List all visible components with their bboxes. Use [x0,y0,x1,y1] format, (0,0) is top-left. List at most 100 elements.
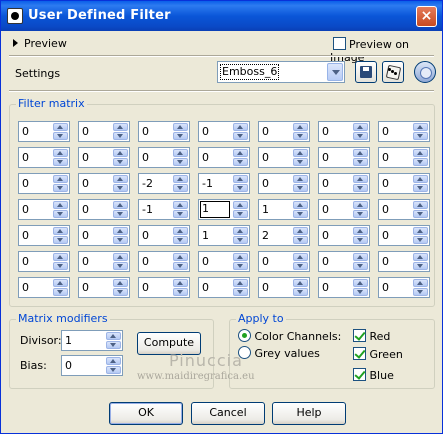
matrix-cell[interactable]: 0 [18,173,70,194]
matrix-cell[interactable]: 0 [378,225,430,246]
spin-down-icon[interactable] [173,288,188,296]
matrix-cell-stepper[interactable] [233,175,248,192]
matrix-cell[interactable]: 0 [78,173,130,194]
matrix-cell-stepper[interactable] [113,149,128,166]
spin-down-icon[interactable] [233,158,248,166]
matrix-cell[interactable]: 0 [318,173,370,194]
matrix-cell[interactable]: -1 [198,173,250,194]
matrix-cell-stepper[interactable] [53,227,68,244]
spin-up-icon[interactable] [173,227,188,235]
spin-down-icon[interactable] [173,132,188,140]
spin-up-icon[interactable] [106,357,121,365]
spin-up-icon[interactable] [113,149,128,157]
preview-on-image-checkbox[interactable]: Preview on Image [330,37,442,64]
cancel-button[interactable]: Cancel [191,402,265,425]
matrix-cell[interactable]: 0 [78,199,130,220]
spin-up-icon[interactable] [353,227,368,235]
matrix-cell-stepper[interactable] [293,175,308,192]
spin-down-icon[interactable] [53,158,68,166]
spin-down-icon[interactable] [353,288,368,296]
spin-down-icon[interactable] [53,262,68,270]
spin-up-icon[interactable] [113,175,128,183]
matrix-cell-stepper[interactable] [413,227,428,244]
spin-up-icon[interactable] [173,279,188,287]
spin-down-icon[interactable] [233,236,248,244]
spin-down-icon[interactable] [293,210,308,218]
spin-up-icon[interactable] [106,332,121,340]
matrix-cell[interactable]: 0 [378,173,430,194]
spin-down-icon[interactable] [413,262,428,270]
matrix-cell[interactable]: 0 [18,121,70,142]
spin-down-icon[interactable] [113,158,128,166]
title-bar[interactable]: User Defined Filter × [1,1,442,31]
matrix-cell-stepper[interactable] [353,201,368,218]
spin-up-icon[interactable] [353,279,368,287]
spin-down-icon[interactable] [53,210,68,218]
matrix-cell[interactable]: 0 [78,277,130,298]
matrix-cell-stepper[interactable] [113,227,128,244]
matrix-cell[interactable]: 0 [18,147,70,168]
spin-up-icon[interactable] [233,279,248,287]
matrix-cell[interactable]: 0 [378,277,430,298]
close-button[interactable]: × [416,6,437,27]
matrix-cell-stepper[interactable] [233,279,248,296]
matrix-cell[interactable]: 2 [258,225,310,246]
spin-up-icon[interactable] [173,123,188,131]
spin-up-icon[interactable] [113,227,128,235]
divisor-field[interactable]: 1 [61,330,123,351]
matrix-cell[interactable]: 0 [138,251,190,272]
chevron-down-icon[interactable] [327,63,343,81]
grey-values-radio[interactable]: Grey values [238,346,320,360]
spin-up-icon[interactable] [233,175,248,183]
spin-down-icon[interactable] [413,184,428,192]
bias-stepper[interactable] [106,357,121,374]
red-checkbox-box[interactable] [353,329,366,342]
red-checkbox[interactable]: Red [353,329,390,343]
spin-down-icon[interactable] [293,288,308,296]
matrix-cell[interactable]: 0 [18,251,70,272]
matrix-cell[interactable]: 0 [18,277,70,298]
spin-down-icon[interactable] [113,288,128,296]
matrix-cell[interactable]: -2 [138,173,190,194]
matrix-cell[interactable]: 0 [378,251,430,272]
matrix-cell-stepper[interactable] [413,175,428,192]
randomize-button[interactable] [382,61,404,83]
spin-up-icon[interactable] [413,175,428,183]
spin-down-icon[interactable] [173,262,188,270]
spin-up-icon[interactable] [53,253,68,261]
spin-up-icon[interactable] [233,123,248,131]
matrix-cell[interactable]: 0 [138,121,190,142]
matrix-cell-stepper[interactable] [173,149,188,166]
spin-up-icon[interactable] [293,123,308,131]
spin-up-icon[interactable] [233,201,248,209]
spin-up-icon[interactable] [233,149,248,157]
matrix-cell-stepper[interactable] [53,123,68,140]
matrix-cell[interactable]: 0 [258,147,310,168]
spin-up-icon[interactable] [353,149,368,157]
spin-up-icon[interactable] [293,227,308,235]
spin-down-icon[interactable] [413,236,428,244]
matrix-cell-stepper[interactable] [413,201,428,218]
matrix-cell[interactable]: 0 [138,147,190,168]
matrix-cell[interactable]: 0 [378,121,430,142]
matrix-cell-stepper[interactable] [53,175,68,192]
matrix-cell-stepper[interactable] [293,149,308,166]
spin-up-icon[interactable] [113,253,128,261]
matrix-cell[interactable]: 0 [318,225,370,246]
matrix-cell[interactable]: 0 [318,251,370,272]
spin-down-icon[interactable] [113,184,128,192]
spin-up-icon[interactable] [413,227,428,235]
matrix-cell[interactable]: 0 [318,199,370,220]
matrix-cell-stepper[interactable] [113,123,128,140]
matrix-cell[interactable]: 0 [78,147,130,168]
spin-up-icon[interactable] [113,201,128,209]
reset-button[interactable] [414,61,436,83]
spin-down-icon[interactable] [353,158,368,166]
spin-down-icon[interactable] [413,132,428,140]
spin-up-icon[interactable] [233,227,248,235]
matrix-cell[interactable]: 0 [258,277,310,298]
matrix-cell[interactable]: 0 [318,121,370,142]
matrix-cell[interactable]: 0 [198,147,250,168]
spin-down-icon[interactable] [173,184,188,192]
spin-down-icon[interactable] [113,210,128,218]
